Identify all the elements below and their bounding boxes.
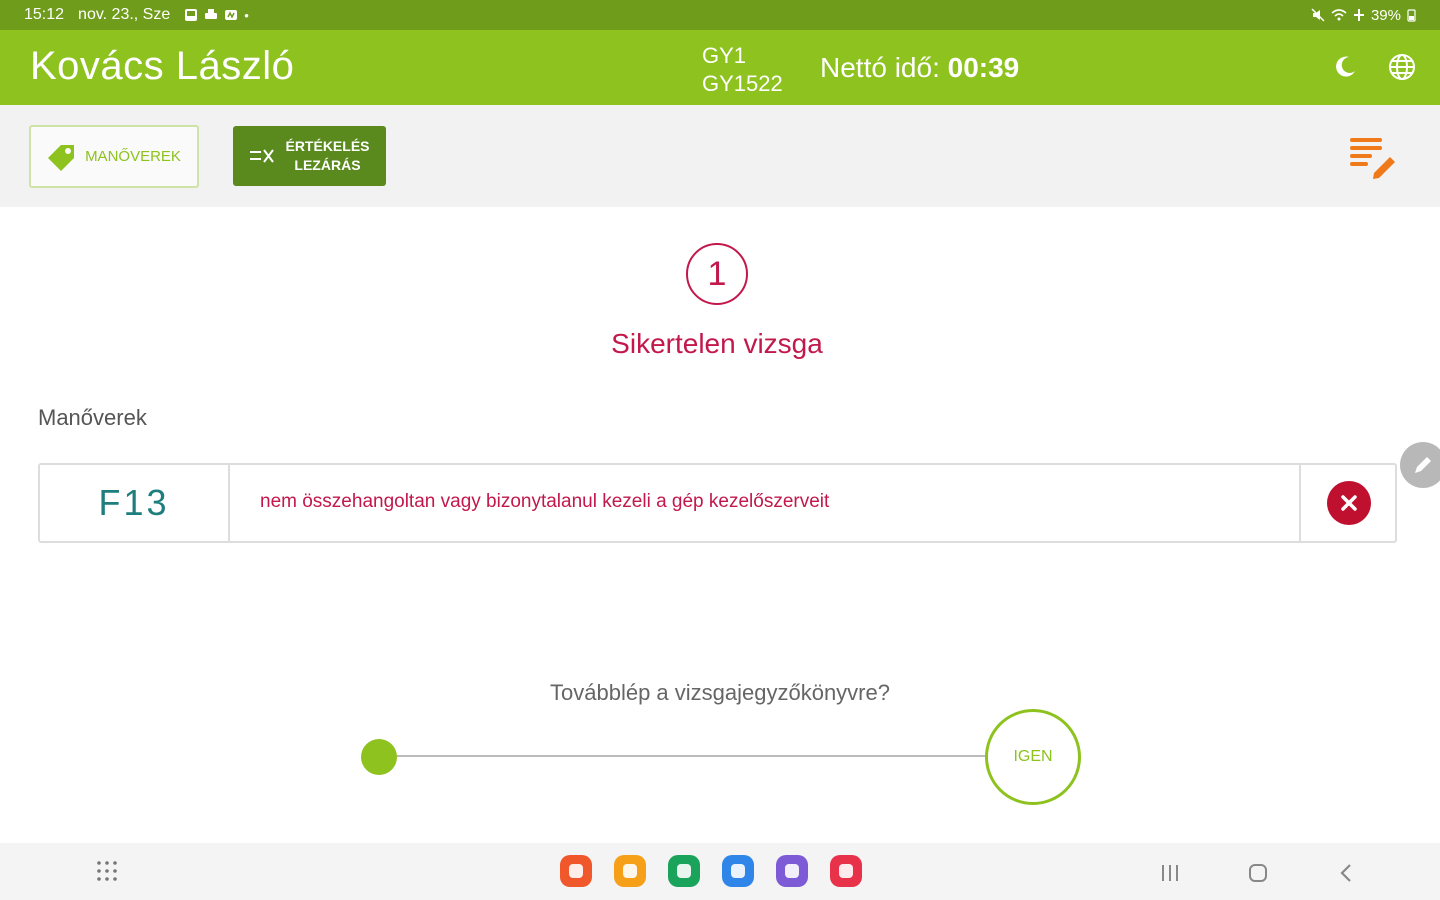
home-icon — [1249, 864, 1267, 882]
night-mode-button[interactable] — [1330, 52, 1360, 82]
proceed-confirm-target[interactable]: IGEN — [985, 709, 1081, 805]
close-evaluation-label: ÉRTÉKELÉS LEZÁRÁS — [285, 137, 369, 175]
maneuvers-button-label: MANŐVEREK — [85, 148, 181, 165]
candidate-name: Kovács László — [30, 44, 295, 88]
clear-list-icon — [250, 149, 275, 163]
folder-glyph — [623, 864, 637, 878]
status-indicators: 39% — [1311, 7, 1416, 24]
phone-app-icon[interactable] — [668, 855, 700, 887]
result-title: Sikertelen vizsga — [611, 328, 823, 359]
proceed-question: Továbblép a vizsgajegyzőkönyvre? — [550, 680, 890, 705]
proceed-confirm-label: IGEN — [1013, 748, 1053, 765]
recent-apps-button[interactable] — [1158, 861, 1182, 885]
notification-icons: • — [184, 8, 249, 23]
category-code: GY1 — [702, 43, 747, 68]
more-notifications-dot: • — [244, 7, 249, 23]
maneuver-remove-cell — [1299, 465, 1397, 541]
charging-icon — [1353, 9, 1364, 21]
apps-grid-icon — [97, 861, 117, 881]
system-status-bar: 15:12 nov. 23., Sze • 39% — [0, 0, 1440, 30]
app-header: Kovács László GY1 GY1522 Nettó idő: 00:3… — [0, 30, 1440, 105]
notes-app-icon[interactable] — [560, 855, 592, 887]
system-navigation-bar — [0, 843, 1440, 900]
phone-glyph — [677, 864, 691, 878]
tag-icon — [48, 144, 75, 171]
maneuvers-button[interactable]: MANŐVEREK — [29, 125, 199, 188]
edit-list-icon — [1350, 138, 1395, 179]
maneuver-description: nem összehangoltan vagy bizonytalanul ke… — [260, 491, 830, 512]
printer-notification-icon — [205, 9, 218, 19]
wifi-icon — [1331, 9, 1347, 21]
pencil-icon — [1415, 457, 1431, 473]
remove-maneuver-button[interactable] — [1327, 481, 1371, 525]
mute-icon — [1311, 8, 1325, 22]
app-dock — [560, 855, 862, 887]
maneuvers-section-label: Manőverek — [38, 405, 147, 430]
home-button[interactable] — [1246, 861, 1270, 885]
net-time: Nettó idő: 00:39 — [820, 52, 1019, 84]
folder-app-icon[interactable] — [614, 855, 646, 887]
action-toolbar: MANŐVEREK ÉRTÉKELÉS LEZÁRÁS — [0, 105, 1440, 207]
notes-glyph — [569, 864, 583, 878]
floating-edit-button[interactable] — [1400, 442, 1440, 488]
language-button[interactable] — [1387, 52, 1417, 82]
back-button[interactable] — [1334, 861, 1358, 885]
battery-percent: 39% — [1370, 6, 1401, 24]
internet-glyph — [785, 864, 799, 878]
back-icon — [1340, 864, 1351, 882]
close-evaluation-line1: ÉRTÉKELÉS — [285, 138, 370, 154]
globe-icon — [1389, 54, 1415, 80]
exam-id-code: GY1522 — [702, 71, 783, 96]
gallery-notification-icon — [185, 9, 198, 21]
proceed-slider-track — [380, 755, 986, 757]
status-date: nov. 23., Sze — [78, 6, 171, 23]
close-evaluation-button[interactable]: ÉRTÉKELÉS LEZÁRÁS — [233, 126, 386, 186]
battery-icon — [1407, 9, 1416, 22]
net-time-value: 00:39 — [947, 52, 1020, 83]
messages-glyph — [731, 864, 745, 878]
close-evaluation-line2: LEZÁRÁS — [294, 157, 361, 173]
status-time: 15:12 — [24, 6, 65, 23]
screen-recorder-app-icon[interactable] — [830, 855, 862, 887]
maneuver-row: F13 nem összehangoltan vagy bizonytalanu… — [38, 463, 1397, 543]
edit-notes-button[interactable] — [1348, 135, 1400, 179]
messages-app-icon[interactable] — [722, 855, 754, 887]
proceed-slider-handle[interactable] — [361, 739, 397, 775]
exam-codes: GY1 GY1522 — [702, 42, 783, 98]
recents-icon — [1162, 865, 1178, 881]
media-notification-icon — [225, 10, 238, 20]
internet-app-icon[interactable] — [776, 855, 808, 887]
moon-icon — [1336, 56, 1355, 77]
close-icon — [1341, 495, 1357, 511]
app-drawer-button[interactable] — [95, 859, 119, 883]
net-time-label: Nettó idő: — [820, 52, 940, 83]
maneuver-code: F13 — [40, 465, 230, 541]
failed-count-badge: 1 — [686, 243, 748, 305]
screen-recorder-glyph — [839, 864, 853, 878]
